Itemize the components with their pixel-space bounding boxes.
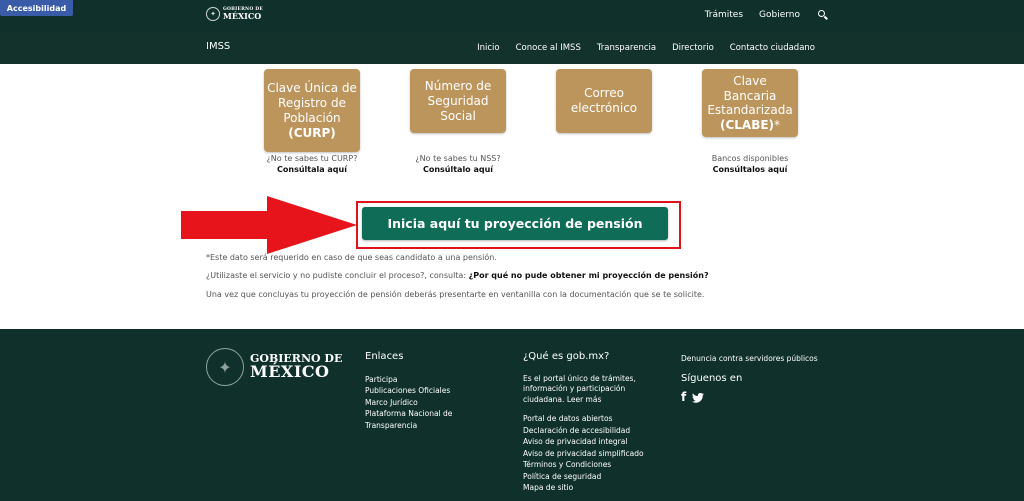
card-curp-text: Clave Única de Registro de Población (267, 80, 357, 125)
seal-icon: ✦ (206, 7, 220, 21)
footer: ✦ GOBIERNO DE MÉXICO Enlaces Participa P… (0, 329, 1024, 501)
top-bar: Accesibilidad ✦ GOBIERNO DE MÉXICO Trámi… (0, 0, 1024, 31)
start-pension-projection-button[interactable]: Inicia aquí tu proyección de pensión (362, 207, 668, 240)
que-es-title: ¿Qué es gob.mx? (523, 351, 610, 362)
link-privacidad-simplificado[interactable]: Aviso de privacidad simplificado (523, 448, 653, 460)
link-publicaciones[interactable]: Publicaciones Oficiales (365, 385, 465, 397)
card-clabe-asterisk: * (774, 117, 781, 132)
card-clabe-bold: (CLABE) (719, 117, 775, 132)
nav-directorio[interactable]: Directorio (672, 43, 714, 53)
sub-nav-links: Inicio Conoce al IMSS Transparencia Dire… (477, 43, 815, 53)
footer-enlaces: Enlaces Participa Publicaciones Oficiale… (365, 351, 465, 431)
link-mapa-sitio[interactable]: Mapa de sitio (523, 482, 653, 494)
footer-seal-icon: ✦ (206, 348, 244, 386)
card-nss-note: ¿No te sabes tu NSS? Consúltalo aquí (410, 153, 506, 175)
card-curp-bold: (CURP) (288, 125, 336, 140)
info-required-note: *Este dato será requerido en caso de que… (206, 253, 497, 262)
link-terminos[interactable]: Términos y Condiciones (523, 459, 653, 471)
card-email-text: Correo electrónico (570, 86, 638, 115)
card-clabe: Clave Bancaria Estandarizada (CLABE)* (702, 69, 798, 137)
imss-brand[interactable]: IMSS (206, 41, 230, 52)
clabe-lookup-link[interactable]: Consúltalos aquí (702, 164, 798, 175)
nav-transparencia[interactable]: Transparencia (597, 43, 656, 53)
top-nav: Trámites Gobierno (705, 10, 828, 20)
curp-lookup-link[interactable]: Consúltala aquí (264, 164, 360, 175)
card-clabe-text: Clave Bancaria Estandarizada (707, 74, 793, 117)
card-nss: Número de Seguridad Social (410, 69, 506, 133)
card-clabe-question: Bancos disponibles (711, 154, 789, 163)
red-arrow-icon (181, 196, 357, 254)
nav-tramites[interactable]: Trámites (705, 10, 743, 20)
info-help-line: ¿Utilizaste el servicio y no pudiste con… (206, 271, 709, 280)
card-clabe-note: Bancos disponibles Consúltalos aquí (702, 153, 798, 175)
leer-mas-link[interactable]: Leer más (567, 395, 602, 404)
footer-que-es: ¿Qué es gob.mx? Es el portal único de tr… (523, 351, 653, 494)
card-nss-text: Número de Seguridad Social (424, 78, 492, 123)
accessibility-button[interactable]: Accesibilidad (0, 0, 73, 16)
nav-gobierno[interactable]: Gobierno (759, 10, 800, 20)
nss-lookup-link[interactable]: Consúltalo aquí (410, 164, 506, 175)
enlaces-title: Enlaces (365, 351, 404, 362)
card-curp-note: ¿No te sabes tu CURP? Consúltala aquí (264, 153, 360, 175)
requirements-cards: Clave Única de Registro de Población (CU… (0, 69, 1024, 199)
siguenos-label: Síguenos en (681, 372, 743, 384)
link-privacidad-integral[interactable]: Aviso de privacidad integral (523, 436, 653, 448)
gobierno-logo[interactable]: ✦ GOBIERNO DE MÉXICO (206, 7, 263, 21)
twitter-icon[interactable] (692, 392, 705, 403)
social-links: f (681, 391, 818, 404)
logo-line2: MÉXICO (223, 11, 262, 22)
link-accesibilidad[interactable]: Declaración de accesibilidad (523, 425, 653, 437)
nav-conoce-imss[interactable]: Conoce al IMSS (516, 43, 581, 53)
card-email: Correo electrónico (556, 69, 652, 133)
que-es-description: Es el portal único de trámites, informac… (523, 374, 653, 406)
link-participa[interactable]: Participa (365, 374, 465, 386)
info-next-steps: Una vez que concluyas tu proyección de p… (206, 290, 705, 299)
sub-nav: IMSS Inicio Conoce al IMSS Transparencia… (0, 31, 1024, 64)
card-nss-question: ¿No te sabes tu NSS? (415, 154, 501, 163)
link-plataforma-transparencia[interactable]: Plataforma Nacional de Transparencia (365, 408, 465, 431)
link-datos-abiertos[interactable]: Portal de datos abiertos (523, 413, 653, 425)
nav-contacto[interactable]: Contacto ciudadano (730, 43, 815, 53)
link-marco-juridico[interactable]: Marco Jurídico (365, 397, 465, 409)
link-politica-seguridad[interactable]: Política de seguridad (523, 471, 653, 483)
search-icon[interactable] (818, 10, 828, 20)
footer-logo-line2: MÉXICO (250, 362, 330, 382)
help-faq-link[interactable]: ¿Por qué no pude obtener mi proyección d… (469, 271, 709, 280)
facebook-icon[interactable]: f (681, 391, 686, 404)
info-help-text: ¿Utilizaste el servicio y no pudiste con… (206, 271, 469, 280)
denuncia-link[interactable]: Denuncia contra servidores públicos (681, 353, 818, 365)
footer-gobierno-logo[interactable]: ✦ GOBIERNO DE MÉXICO (206, 348, 342, 386)
card-curp-question: ¿No te sabes tu CURP? (266, 154, 358, 163)
card-curp: Clave Única de Registro de Población (CU… (264, 69, 360, 152)
footer-right: Denuncia contra servidores públicos Sígu… (681, 353, 818, 404)
nav-inicio[interactable]: Inicio (477, 43, 500, 53)
